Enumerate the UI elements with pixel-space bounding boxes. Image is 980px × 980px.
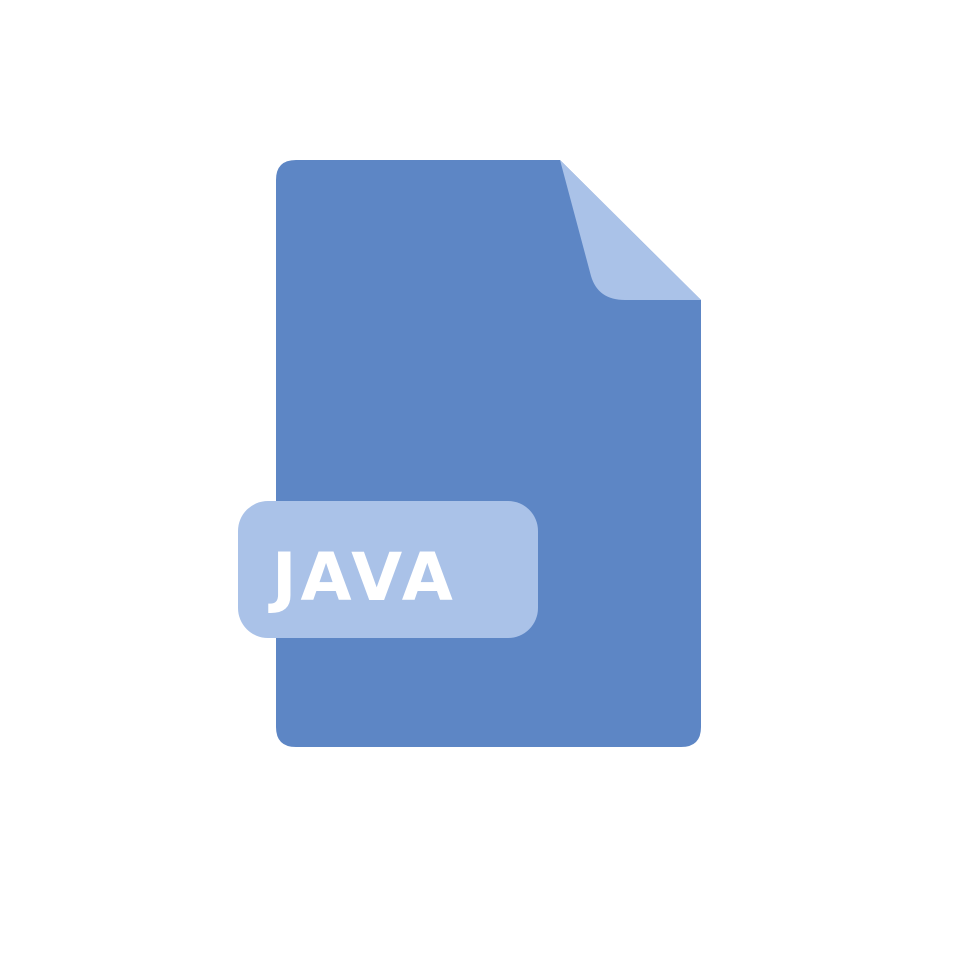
- extension-label: JAVA: [272, 539, 457, 616]
- canvas: JAVA: [0, 0, 980, 980]
- file-java-icon: [238, 160, 701, 747]
